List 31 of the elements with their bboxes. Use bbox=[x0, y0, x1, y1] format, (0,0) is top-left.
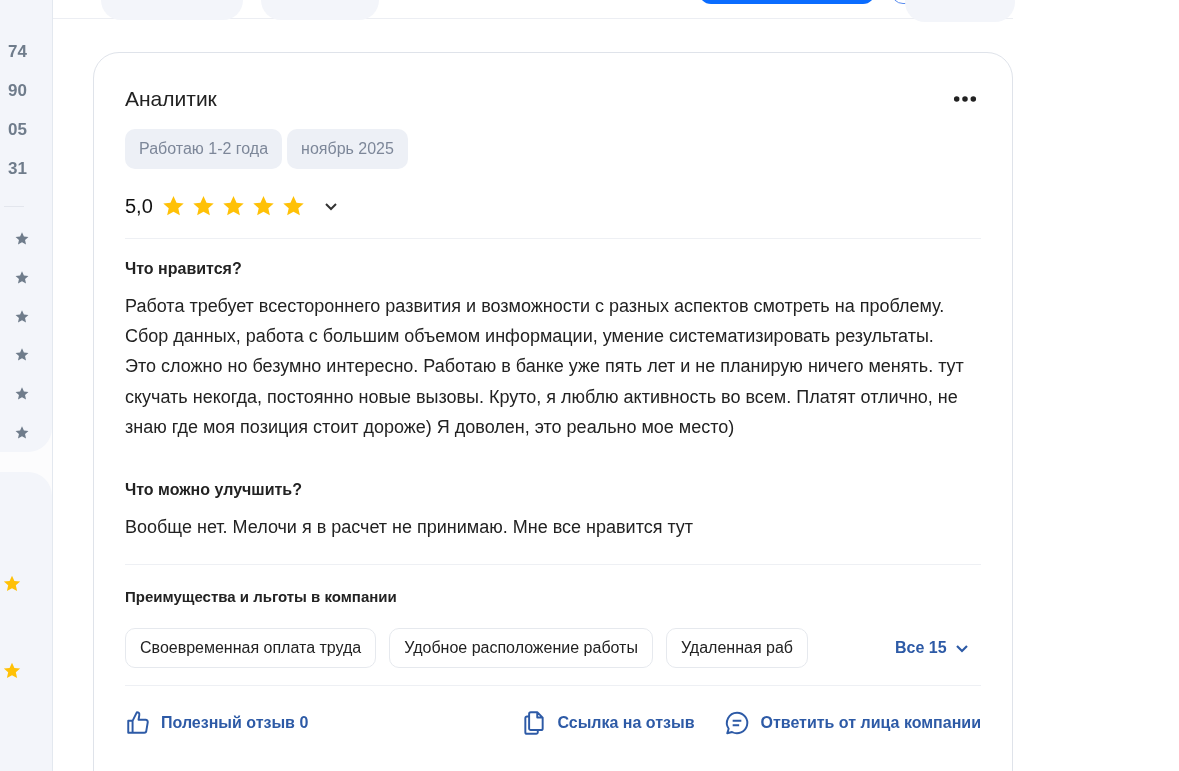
star-icon bbox=[2, 661, 22, 681]
star-icon bbox=[14, 425, 30, 441]
chat-icon bbox=[724, 710, 751, 737]
star-icon bbox=[2, 574, 22, 594]
star-icon bbox=[14, 308, 30, 325]
chevron-down-icon[interactable] bbox=[323, 201, 338, 211]
review-text: Работа требует всестороннего развития и возможности с разных аспектов смотреть на проблему. Сбор данных, работа с большим объемом информации, умение систематизировать результаты. Это сложно но безумно интересно. Работаю в банке уже пять лет и не планирую ничего менять. тут скучать некогда, постоянно новые вызовы. Круто, я люблю активность во всем. Платят отлично, не знаю где моя позиция стоит дороже) Я доволен, это реально мое место) bbox=[125, 295, 965, 439]
chevron-down-icon bbox=[954, 643, 969, 653]
rating-value: 5,0 bbox=[125, 194, 153, 218]
action-link[interactable]: Ответить от лица компании bbox=[724, 710, 981, 737]
star-icon bbox=[14, 269, 30, 286]
tag: ноябрь 2025 bbox=[287, 129, 408, 169]
benefit-chip: Удаленная раб bbox=[665, 628, 808, 669]
count-text: 05 bbox=[8, 119, 27, 141]
review-title: Аналитик bbox=[125, 87, 217, 111]
tag: Работаю 1-2 года bbox=[125, 129, 283, 169]
benefit-chip: Своевременная оплата труда bbox=[125, 628, 377, 669]
action-link[interactable]: Полезный отзыв 0 bbox=[125, 710, 309, 737]
section-heading: Что нравится? bbox=[125, 259, 243, 279]
benefit-chip: Удобное расположение работы bbox=[389, 628, 653, 669]
review-text: Вообще нет. Мелочи я в расчет не принимаю. Мне все нравится тут bbox=[125, 516, 695, 539]
thumbs-up-icon bbox=[125, 710, 151, 737]
show-all-button[interactable]: Все 15 bbox=[895, 639, 969, 658]
benefits-heading: Преимущества и льготы в компании bbox=[125, 587, 398, 608]
more-icon[interactable] bbox=[953, 95, 977, 103]
section-heading: Что можно улучшить? bbox=[125, 480, 303, 500]
star-icon bbox=[14, 231, 30, 247]
action-link[interactable]: Ссылка на отзыв bbox=[521, 710, 695, 737]
count-text: 31 bbox=[8, 158, 27, 180]
count-text: 90 bbox=[8, 80, 27, 102]
count-text: 74 bbox=[8, 41, 27, 63]
